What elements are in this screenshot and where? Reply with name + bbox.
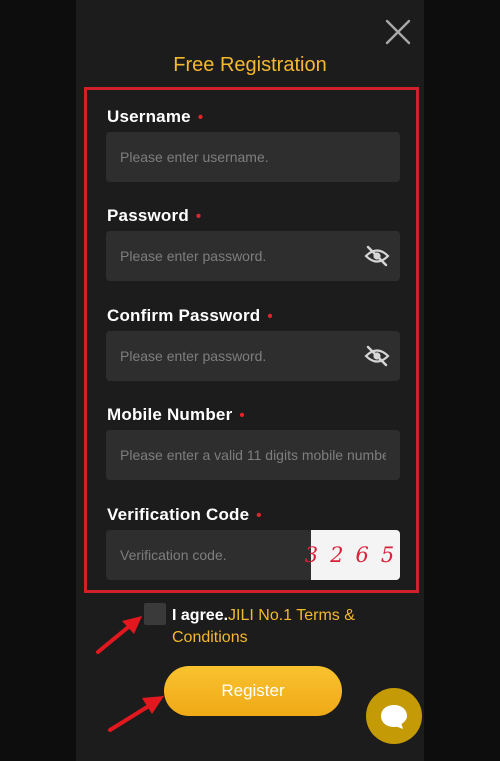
verification-code-input[interactable] — [106, 530, 311, 580]
required-indicator: • — [197, 109, 204, 126]
username-label: Username • — [107, 107, 204, 126]
required-indicator: • — [195, 208, 202, 225]
confirm-password-input[interactable] — [106, 331, 400, 381]
verification-field-wrapper: 3265 — [106, 530, 400, 580]
password-label: Password • — [107, 206, 202, 225]
username-input[interactable] — [106, 132, 400, 182]
required-indicator: • — [267, 308, 273, 325]
captcha-text: 3265 — [304, 543, 400, 567]
mobile-number-label: Mobile Number • — [107, 405, 245, 424]
password-field-wrapper — [106, 231, 400, 281]
confirm-password-label: Confirm Password • — [107, 306, 273, 325]
agree-label: I agree. — [172, 607, 229, 624]
mobile-number-input[interactable] — [106, 430, 400, 480]
password-visibility-toggle[interactable] — [364, 244, 390, 268]
modal-title: Free Registration — [173, 54, 327, 76]
eye-slash-icon — [364, 345, 390, 367]
mobile-field-wrapper — [106, 430, 400, 480]
agree-checkbox[interactable] — [144, 603, 166, 625]
password-input[interactable] — [106, 231, 400, 281]
confirm-password-field-wrapper — [106, 331, 400, 381]
confirm-password-visibility-toggle[interactable] — [364, 344, 390, 368]
required-indicator: • — [256, 507, 262, 524]
close-icon — [385, 19, 411, 45]
captcha-image[interactable]: 3265 — [305, 530, 400, 580]
close-button[interactable] — [385, 19, 411, 45]
username-field-wrapper — [106, 132, 400, 182]
agreement-text: I agree.JILI No.1 Terms & Conditions — [172, 605, 382, 649]
register-button[interactable]: Register — [164, 666, 342, 716]
eye-slash-icon — [364, 245, 390, 267]
chat-bubble-icon — [381, 705, 407, 729]
verification-code-label: Verification Code • — [107, 505, 262, 524]
required-indicator: • — [239, 407, 245, 424]
chat-button[interactable] — [366, 688, 422, 744]
